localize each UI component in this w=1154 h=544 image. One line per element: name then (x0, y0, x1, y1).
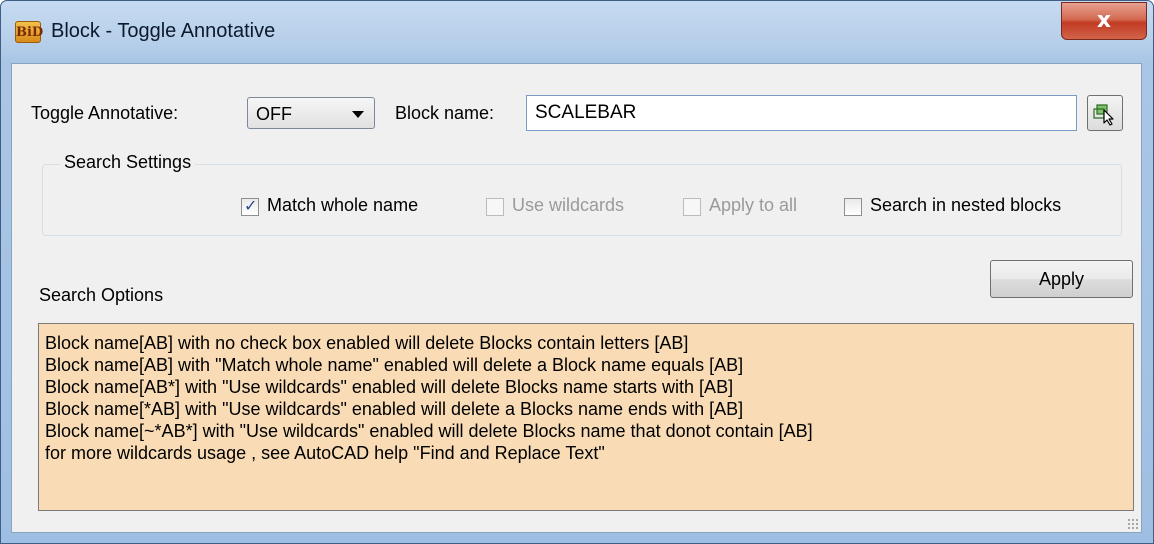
info-line: Block name[~*AB*] with "Use wildcards" e… (45, 421, 813, 441)
use-wildcards-label[interactable]: Use wildcards (512, 195, 624, 216)
info-line: Block name[AB] with no check box enabled… (45, 333, 689, 353)
info-line: Block name[AB*] with "Use wildcards" ena… (45, 377, 734, 397)
search-nested-blocks-label[interactable]: Search in nested blocks (870, 195, 1061, 216)
checkmark-icon: ✓ (244, 196, 258, 215)
search-options-title: Search Options (39, 285, 164, 305)
apply-button[interactable]: Apply (990, 260, 1133, 298)
toggle-annotative-dropdown[interactable]: OFF (247, 97, 375, 129)
title-bar[interactable]: BiD Block - Toggle Annotative x (1, 1, 1153, 57)
use-wildcards-checkbox[interactable] (486, 198, 504, 216)
toggle-annotative-value: OFF (256, 104, 292, 124)
apply-to-all-label[interactable]: Apply to all (709, 195, 797, 216)
apply-to-all-checkbox[interactable] (683, 198, 701, 216)
pick-block-button[interactable] (1087, 95, 1123, 131)
match-whole-name-checkbox[interactable]: ✓ (241, 196, 259, 216)
search-settings-title: Search Settings (60, 152, 196, 173)
dialog-body: Toggle Annotative: OFF Block name: Searc… (11, 63, 1142, 533)
close-icon: x (1096, 8, 1112, 33)
resize-grip[interactable] (1127, 518, 1139, 530)
toggle-annotative-label: Toggle Annotative: (31, 103, 179, 123)
block-name-label: Block name: (395, 103, 495, 123)
info-line: for more wildcards usage , see AutoCAD h… (45, 443, 605, 463)
window-title: Block - Toggle Annotative (51, 20, 276, 42)
match-whole-name-label[interactable]: Match whole name (267, 195, 418, 216)
chevron-down-icon (352, 111, 364, 118)
block-name-input[interactable] (526, 95, 1077, 131)
info-line: Block name[*AB] with "Use wildcards" ena… (45, 399, 744, 419)
app-icon: BiD (15, 21, 43, 43)
info-line: Block name[AB] with "Match whole name" e… (45, 355, 744, 375)
search-options-info: Block name[AB] with no check box enabled… (38, 323, 1134, 511)
search-nested-blocks-checkbox[interactable] (844, 198, 862, 216)
close-button[interactable]: x (1061, 2, 1147, 40)
dialog-window: BiD Block - Toggle Annotative x Toggle A… (0, 0, 1154, 544)
pick-block-icon (1093, 104, 1114, 126)
